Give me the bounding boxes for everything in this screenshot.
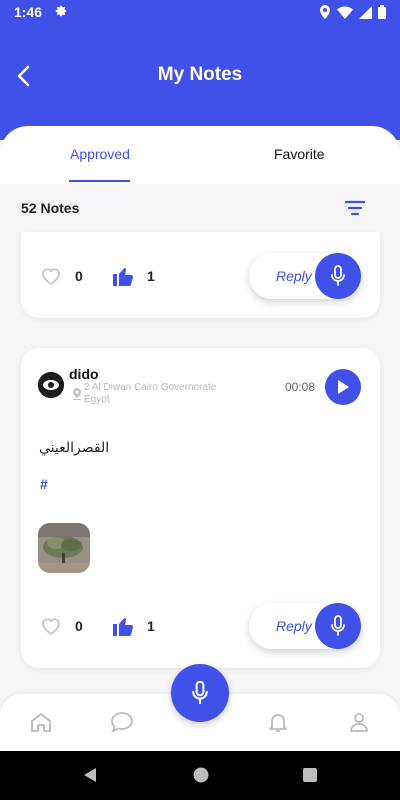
page-title: My Notes (157, 64, 243, 85)
reply-button[interactable]: Reply (249, 253, 361, 299)
thumbs-up-count: 1 (147, 268, 155, 284)
note-card: 0 1 Reply (21, 232, 380, 318)
note-text: القصرالعيني (39, 440, 110, 456)
system-back-icon[interactable] (82, 767, 98, 783)
note-actions: 0 1 (39, 612, 155, 640)
system-home-icon[interactable] (193, 767, 209, 783)
settings-gear-icon (55, 5, 67, 17)
avatar-eye-icon (38, 372, 64, 398)
heart-icon[interactable] (39, 614, 63, 638)
like-count: 0 (75, 268, 83, 284)
microphone-icon (331, 615, 345, 636)
note-actions: 0 1 (39, 262, 155, 290)
reply-mic-button[interactable] (315, 253, 361, 299)
signal-icon (359, 5, 372, 19)
microphone-icon (331, 265, 345, 286)
home-icon[interactable] (29, 710, 53, 734)
app-header: My Notes (0, 24, 400, 140)
avatar[interactable] (38, 372, 64, 398)
bell-icon[interactable] (266, 710, 290, 734)
thumbs-up-icon[interactable] (111, 614, 135, 638)
record-note-button[interactable] (171, 664, 229, 722)
reply-label: Reply (276, 268, 312, 284)
reply-label: Reply (276, 618, 312, 634)
tab-approved[interactable]: Approved (70, 146, 130, 162)
wifi-icon (337, 5, 353, 19)
reply-mic-button[interactable] (315, 603, 361, 649)
location-icon (320, 5, 330, 19)
note-image-thumbnail[interactable] (38, 523, 90, 573)
reply-button[interactable]: Reply (249, 603, 361, 649)
location-pin-icon (73, 388, 81, 400)
chat-icon[interactable] (110, 710, 134, 734)
tab-favorite[interactable]: Favorite (274, 146, 325, 162)
system-recents-icon[interactable] (302, 767, 318, 783)
status-time: 1:46 (14, 4, 43, 20)
thumbs-up-icon[interactable] (111, 264, 135, 288)
thumbs-up-count: 1 (147, 618, 155, 634)
tabs-container: Approved Favorite (0, 126, 400, 184)
status-bar: 1:46 (0, 0, 400, 24)
notes-toolbar: 52 Notes (0, 184, 400, 232)
note-card: dido 2 Al Diwan Cairo Governorate Egypt … (21, 348, 380, 668)
note-author[interactable]: dido (69, 366, 99, 382)
system-navigation-bar (0, 751, 400, 800)
like-count: 0 (75, 618, 83, 634)
active-tab-indicator (69, 180, 130, 182)
filter-icon[interactable] (344, 200, 366, 216)
microphone-icon (192, 680, 208, 705)
play-button[interactable] (325, 369, 361, 405)
play-icon (338, 380, 349, 394)
profile-icon[interactable] (347, 710, 371, 734)
tree-photo (38, 523, 90, 573)
heart-icon[interactable] (39, 264, 63, 288)
hashtag-link[interactable]: # (40, 476, 48, 492)
battery-icon (378, 5, 386, 19)
audio-duration: 00:08 (285, 380, 316, 394)
notes-count: 52 Notes (21, 200, 80, 216)
location-text: 2 Al Diwan Cairo Governorate Egypt (84, 382, 217, 405)
